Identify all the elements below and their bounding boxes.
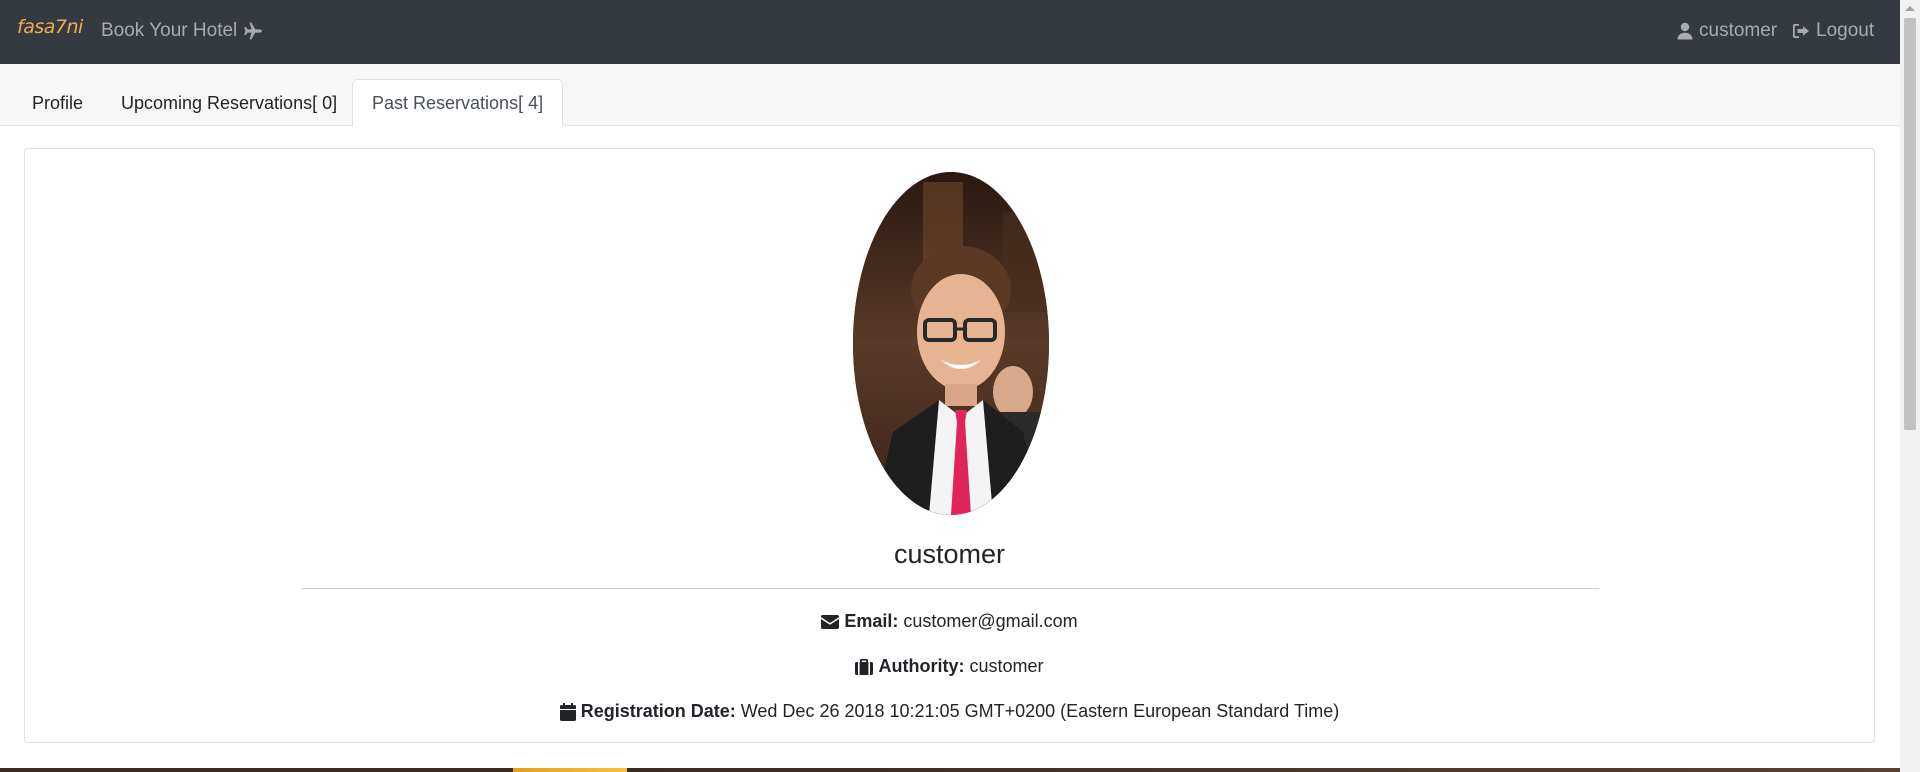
tabs-bar: Profile Upcoming Reservations[ 0] Past R… <box>0 64 1900 127</box>
envelope-icon <box>821 614 840 629</box>
page-scrollbar[interactable] <box>1900 0 1920 772</box>
user-profile-link[interactable]: customer <box>1677 20 1777 42</box>
brand-logo[interactable]: fasa7ni <box>17 16 83 38</box>
email-label: Email: <box>844 611 899 631</box>
top-navbar: fasa7ni Book Your Hotel customer Logout <box>0 0 1900 64</box>
authority-label: Authority: <box>878 656 965 676</box>
user-icon <box>1677 22 1693 40</box>
tab-profile[interactable]: Profile <box>12 79 103 127</box>
registration-date-label: Registration Date: <box>580 701 736 721</box>
avatar <box>853 172 1049 515</box>
profile-username: customer <box>893 539 1006 569</box>
authority-row: Authority: customer <box>25 656 1874 677</box>
book-hotel-link[interactable]: Book Your Hotel <box>101 20 263 42</box>
email-row: Email: customer@gmail.com <box>25 611 1874 632</box>
tab-past-reservations[interactable]: Past Reservations[ 4] <box>352 79 564 127</box>
scroll-up-arrow-icon[interactable] <box>1905 6 1915 11</box>
main-content: Profile Upcoming Reservations[ 0] Past R… <box>0 64 1900 772</box>
calendar-icon <box>559 702 576 721</box>
user-link-label: customer <box>1699 20 1778 41</box>
profile-card: customer Email: customer@gmail.com Autho… <box>24 148 1875 743</box>
book-hotel-label: Book Your Hotel <box>101 20 238 41</box>
avatar-photo <box>853 172 1049 515</box>
registration-date-row: Registration Date: Wed Dec 26 2018 10:21… <box>25 701 1874 722</box>
briefcase-icon <box>855 658 874 675</box>
tab-upcoming-reservations[interactable]: Upcoming Reservations[ 0] <box>101 79 357 127</box>
email-value: customer@gmail.com <box>903 611 1078 631</box>
sign-out-icon <box>1793 24 1809 38</box>
background-image-strip <box>0 768 1900 772</box>
logout-label: Logout <box>1816 20 1875 41</box>
authority-value: customer <box>969 656 1044 676</box>
plane-icon <box>244 22 263 40</box>
logout-link[interactable]: Logout <box>1792 20 1874 42</box>
registration-date-value: Wed Dec 26 2018 10:21:05 GMT+0200 (Easte… <box>740 701 1340 721</box>
divider <box>302 588 1599 589</box>
scrollbar-thumb[interactable] <box>1904 18 1916 430</box>
